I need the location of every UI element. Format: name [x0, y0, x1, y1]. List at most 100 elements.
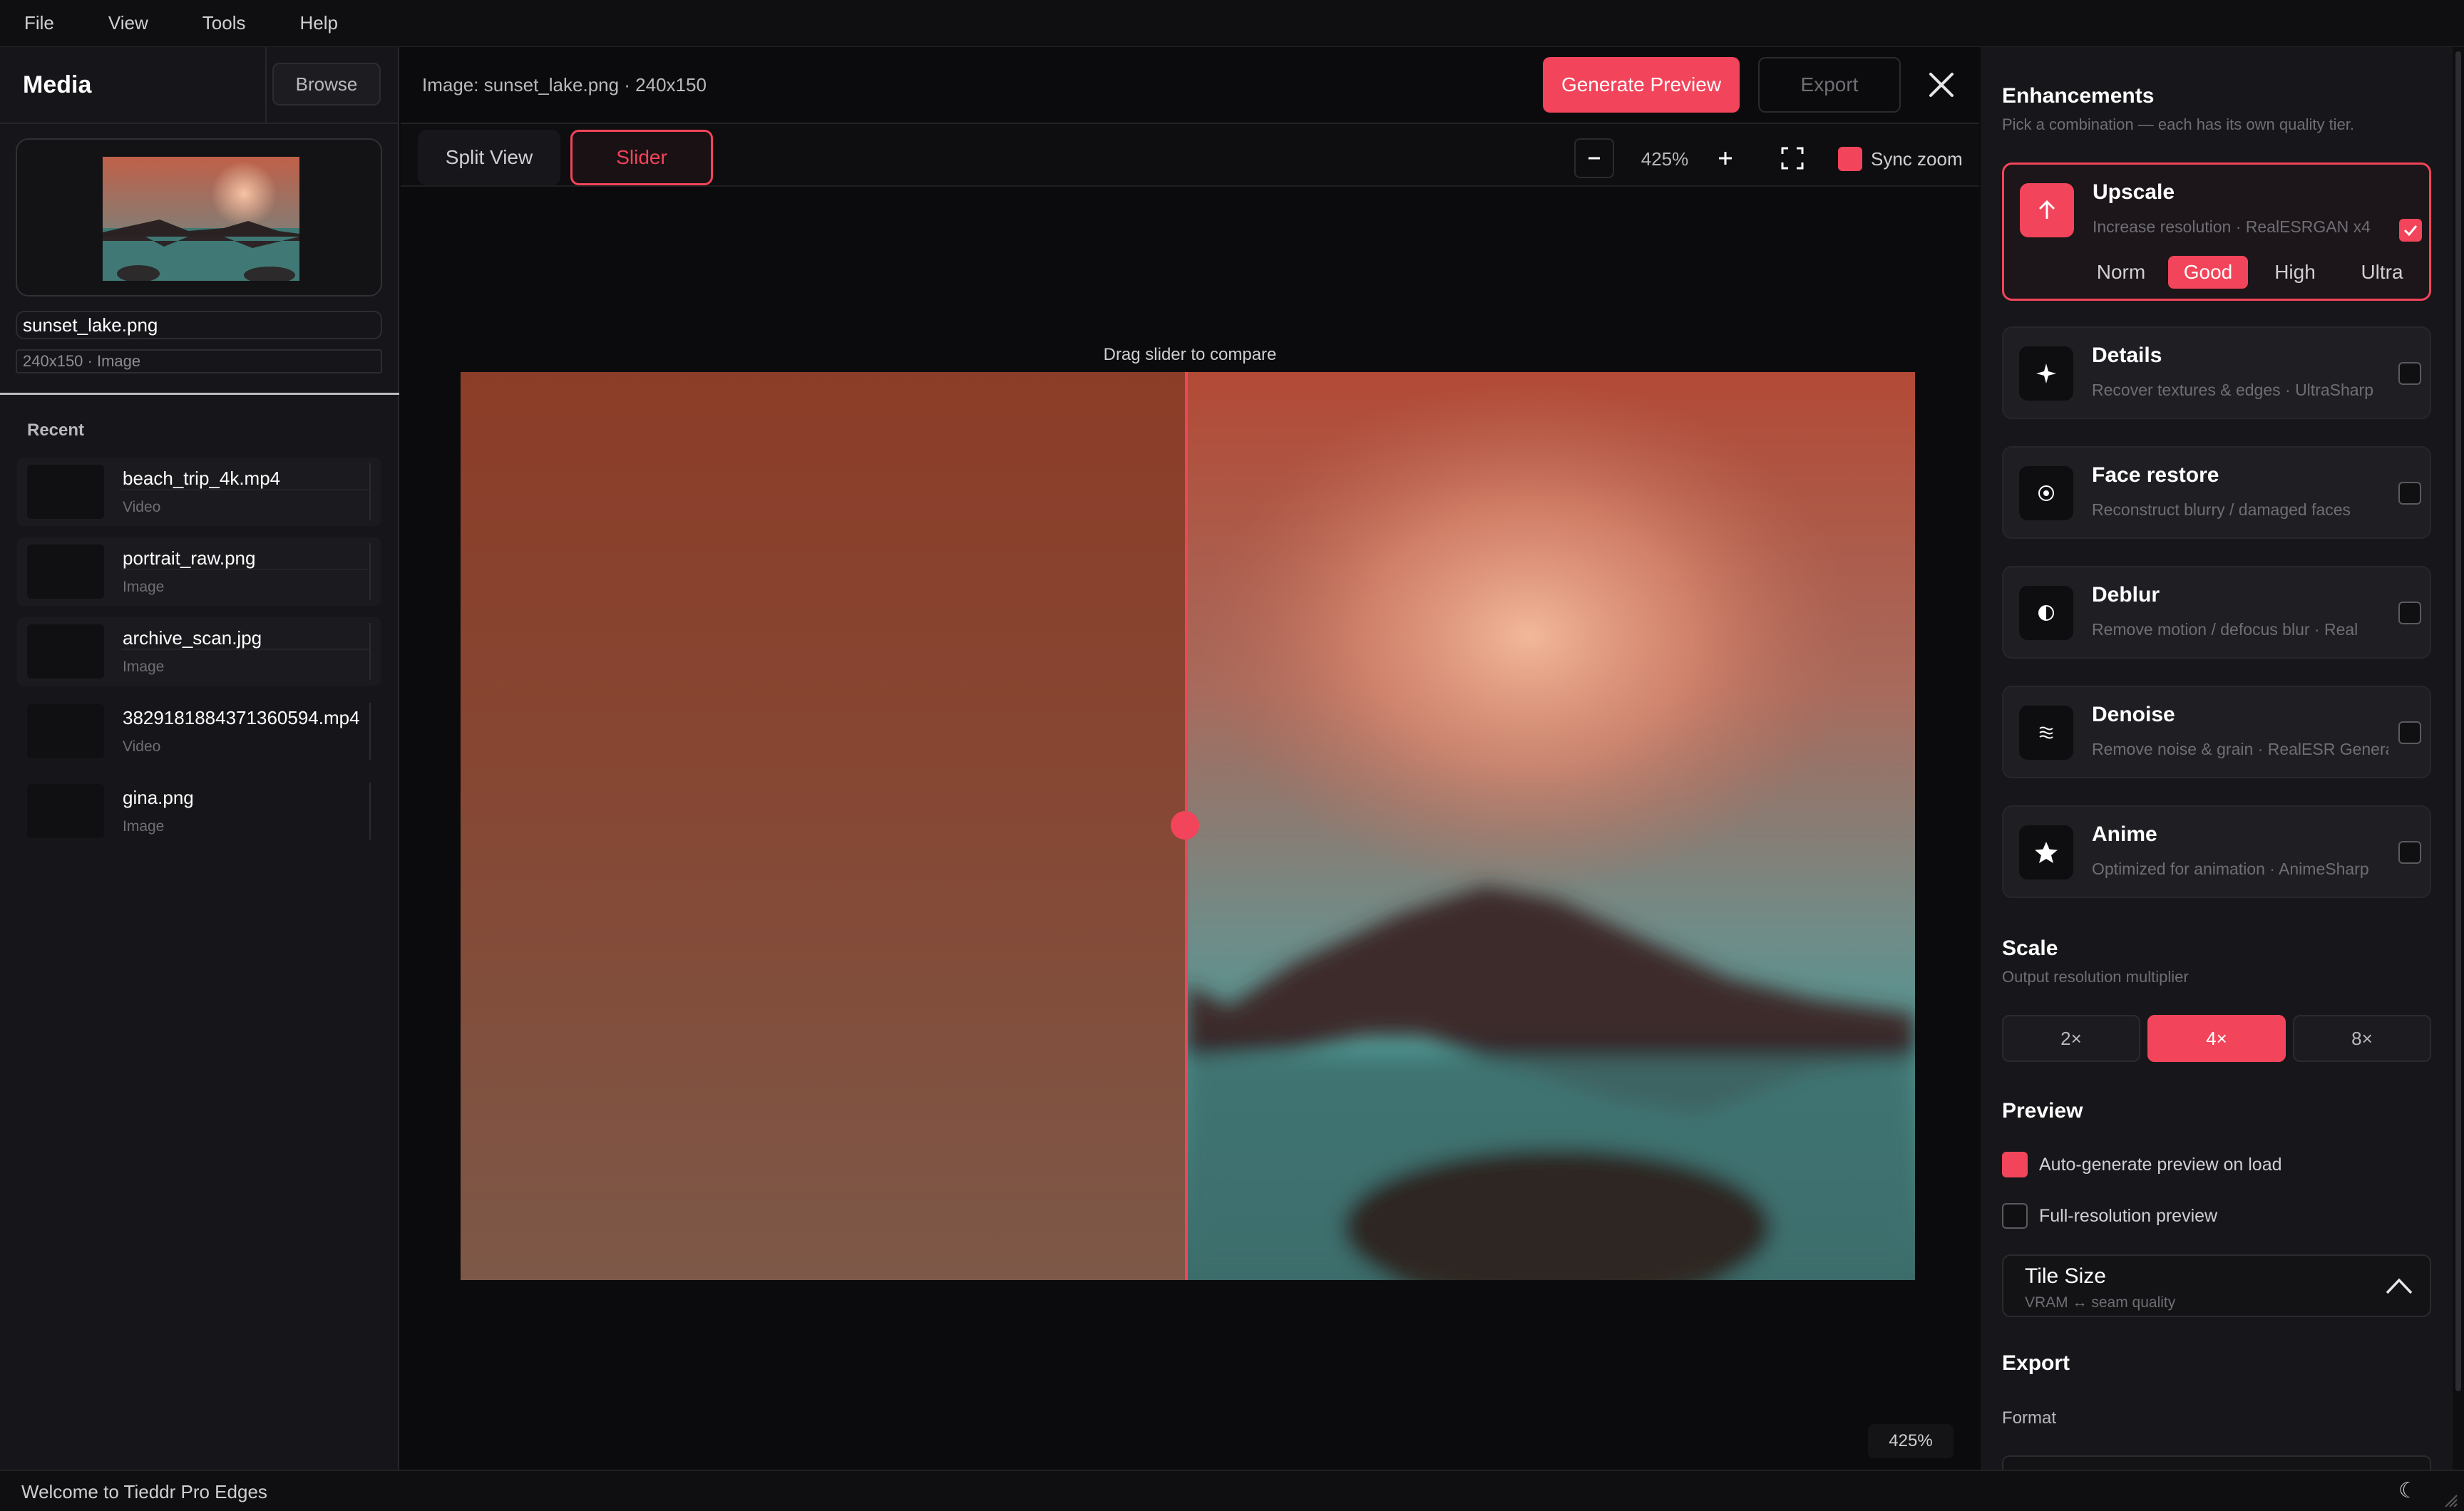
enhancement-name: Denoise — [2092, 703, 2175, 726]
recent-item[interactable]: portrait_raw.png Image — [17, 537, 381, 606]
minus-icon — [1588, 157, 1600, 160]
tier-ultra[interactable]: Ultra — [2342, 256, 2422, 289]
browse-button[interactable]: Browse — [272, 63, 381, 105]
resize-grip-icon[interactable] — [2441, 1491, 2458, 1508]
image-info: Image: sunset_lake.png · 240x150 — [422, 74, 707, 96]
enhancement-desc: Increase resolution · RealESRGAN x4 — [2093, 217, 2371, 236]
tab-slider[interactable]: Slider — [570, 130, 713, 185]
star-icon — [2019, 825, 2073, 880]
viewer-toolbar: Split View Slider 425% Sync zoom — [401, 124, 1979, 187]
face-dot-icon — [2019, 466, 2073, 520]
tab-split-view[interactable]: Split View — [418, 130, 560, 185]
chevron-up-icon — [2381, 1269, 2417, 1304]
plus-icon — [1719, 152, 1732, 165]
close-icon[interactable] — [1924, 67, 1959, 103]
menu-help[interactable]: Help — [294, 8, 344, 38]
enhancement-card-details[interactable]: Details Recover textures & edges · Ultra… — [2002, 326, 2431, 419]
sync-zoom-checkbox[interactable] — [1838, 147, 1862, 171]
recent-item[interactable]: beach_trip_4k.mp4 Video — [17, 458, 381, 526]
enhancement-checkbox[interactable] — [2398, 602, 2421, 624]
menu-tools[interactable]: Tools — [197, 8, 252, 38]
tier-good[interactable]: Good — [2168, 256, 2248, 289]
scale-4x-button[interactable]: 4× — [2147, 1015, 2286, 1062]
divider — [369, 783, 371, 840]
recent-item[interactable]: 3829181884371360594.mp4 Video — [17, 697, 381, 765]
recent-heading: Recent — [27, 421, 85, 440]
enhancements-title: Enhancements — [2002, 84, 2155, 108]
enhancement-desc: Remove noise & grain · RealESR General — [2092, 740, 2388, 758]
recent-item[interactable]: gina.png Image — [17, 777, 381, 845]
auto-preview-label: Auto-generate preview on load — [2039, 1155, 2282, 1175]
scrollbar-thumb[interactable] — [2455, 51, 2461, 1391]
sparkle-icon — [2019, 346, 2073, 401]
divider — [369, 543, 371, 600]
recent-item-name: gina.png — [123, 787, 194, 808]
format-select[interactable] — [2002, 1455, 2431, 1470]
sync-zoom-label: Sync zoom — [1871, 148, 1963, 170]
current-media-card[interactable]: sunset_lake.png 240x150 · Image — [0, 124, 399, 395]
media-title: Media — [23, 71, 92, 98]
status-bar: Welcome to Tieddr Pro Edges ☾ — [0, 1470, 2464, 1511]
scale-title: Scale — [2002, 937, 2058, 960]
enhancement-card-anime[interactable]: Anime Optimized for animation · AnimeSha… — [2002, 805, 2431, 898]
recent-thumbnail — [27, 465, 104, 519]
contrast-icon — [2019, 586, 2073, 640]
check-icon — [2403, 225, 2418, 237]
format-label: Format — [2002, 1408, 2057, 1428]
viewer-panel: Image: sunset_lake.png · 240x150 Generat… — [401, 47, 1979, 1470]
full-res-preview-checkbox[interactable] — [2002, 1203, 2028, 1229]
divider — [369, 463, 371, 520]
current-file-meta: 240x150 · Image — [16, 349, 382, 373]
enhancement-name: Details — [2092, 344, 2162, 367]
recent-item[interactable]: archive_scan.jpg Image — [17, 617, 381, 686]
recent-item-name: portrait_raw.png — [123, 547, 256, 569]
enhancement-checkbox[interactable] — [2398, 362, 2421, 385]
enhancement-checkbox[interactable] — [2398, 721, 2421, 744]
scale-2x-button[interactable]: 2× — [2002, 1015, 2140, 1062]
menu-view[interactable]: View — [103, 8, 154, 38]
divider — [121, 489, 371, 490]
tier-high[interactable]: High — [2255, 256, 2335, 289]
compare-canvas[interactable] — [461, 372, 1915, 1280]
enhancement-card-deblur[interactable]: Deblur Remove motion / defocus blur · Re… — [2002, 566, 2431, 659]
moon-icon[interactable]: ☾ — [2398, 1478, 2418, 1503]
sync-zoom-toggle[interactable]: Sync zoom — [1838, 141, 1963, 177]
status-text: Welcome to Tieddr Pro Edges — [21, 1481, 267, 1502]
recent-thumbnail — [27, 624, 104, 679]
divider — [121, 569, 371, 570]
slider-handle[interactable] — [1171, 811, 1199, 840]
enhancement-name: Deblur — [2092, 583, 2160, 607]
full-res-preview-label: Full-resolution preview — [2039, 1206, 2218, 1226]
zoom-out-button[interactable] — [1574, 138, 1614, 178]
menu-file[interactable]: File — [19, 8, 60, 38]
zoom-level: 425% — [1641, 148, 1689, 170]
zoom-in-button[interactable] — [1705, 138, 1745, 178]
divider — [369, 623, 371, 680]
recent-item-kind: Image — [123, 818, 165, 835]
divider — [121, 649, 371, 650]
enhancement-checkbox[interactable] — [2398, 841, 2421, 864]
wave-icon — [2019, 706, 2073, 760]
divider — [265, 47, 267, 124]
enhancement-desc: Optimized for animation · AnimeSharp — [2092, 860, 2369, 878]
enhancement-checkbox[interactable] — [2399, 219, 2422, 242]
enhancement-card-denoise[interactable]: Denoise Remove noise & grain · RealESR G… — [2002, 686, 2431, 778]
export-title: Export — [2002, 1351, 2070, 1375]
enhancement-card-upscale[interactable]: Upscale Increase resolution · RealESRGAN… — [2002, 163, 2431, 301]
enhancement-name: Upscale — [2093, 180, 2175, 204]
export-button[interactable]: Export — [1758, 57, 1901, 113]
fullscreen-button[interactable] — [1772, 138, 1812, 178]
zoom-badge: 425% — [1868, 1424, 1954, 1458]
recent-item-name: 3829181884371360594.mp4 — [123, 707, 360, 728]
tile-size-dropdown[interactable]: Tile Size VRAM ↔ seam quality — [2002, 1254, 2431, 1317]
tier-norm[interactable]: Norm — [2081, 256, 2161, 289]
enhancement-card-face-restore[interactable]: Face restore Reconstruct blurry / damage… — [2002, 446, 2431, 539]
scale-8x-button[interactable]: 8× — [2293, 1015, 2431, 1062]
settings-scrollbar[interactable] — [2453, 47, 2464, 1470]
generate-preview-button[interactable]: Generate Preview — [1543, 57, 1740, 113]
recent-thumbnail — [27, 545, 104, 599]
enhancement-name: Face restore — [2092, 463, 2219, 487]
scale-subtitle: Output resolution multiplier — [2002, 968, 2189, 986]
auto-preview-checkbox[interactable] — [2002, 1152, 2028, 1177]
enhancement-checkbox[interactable] — [2398, 482, 2421, 505]
